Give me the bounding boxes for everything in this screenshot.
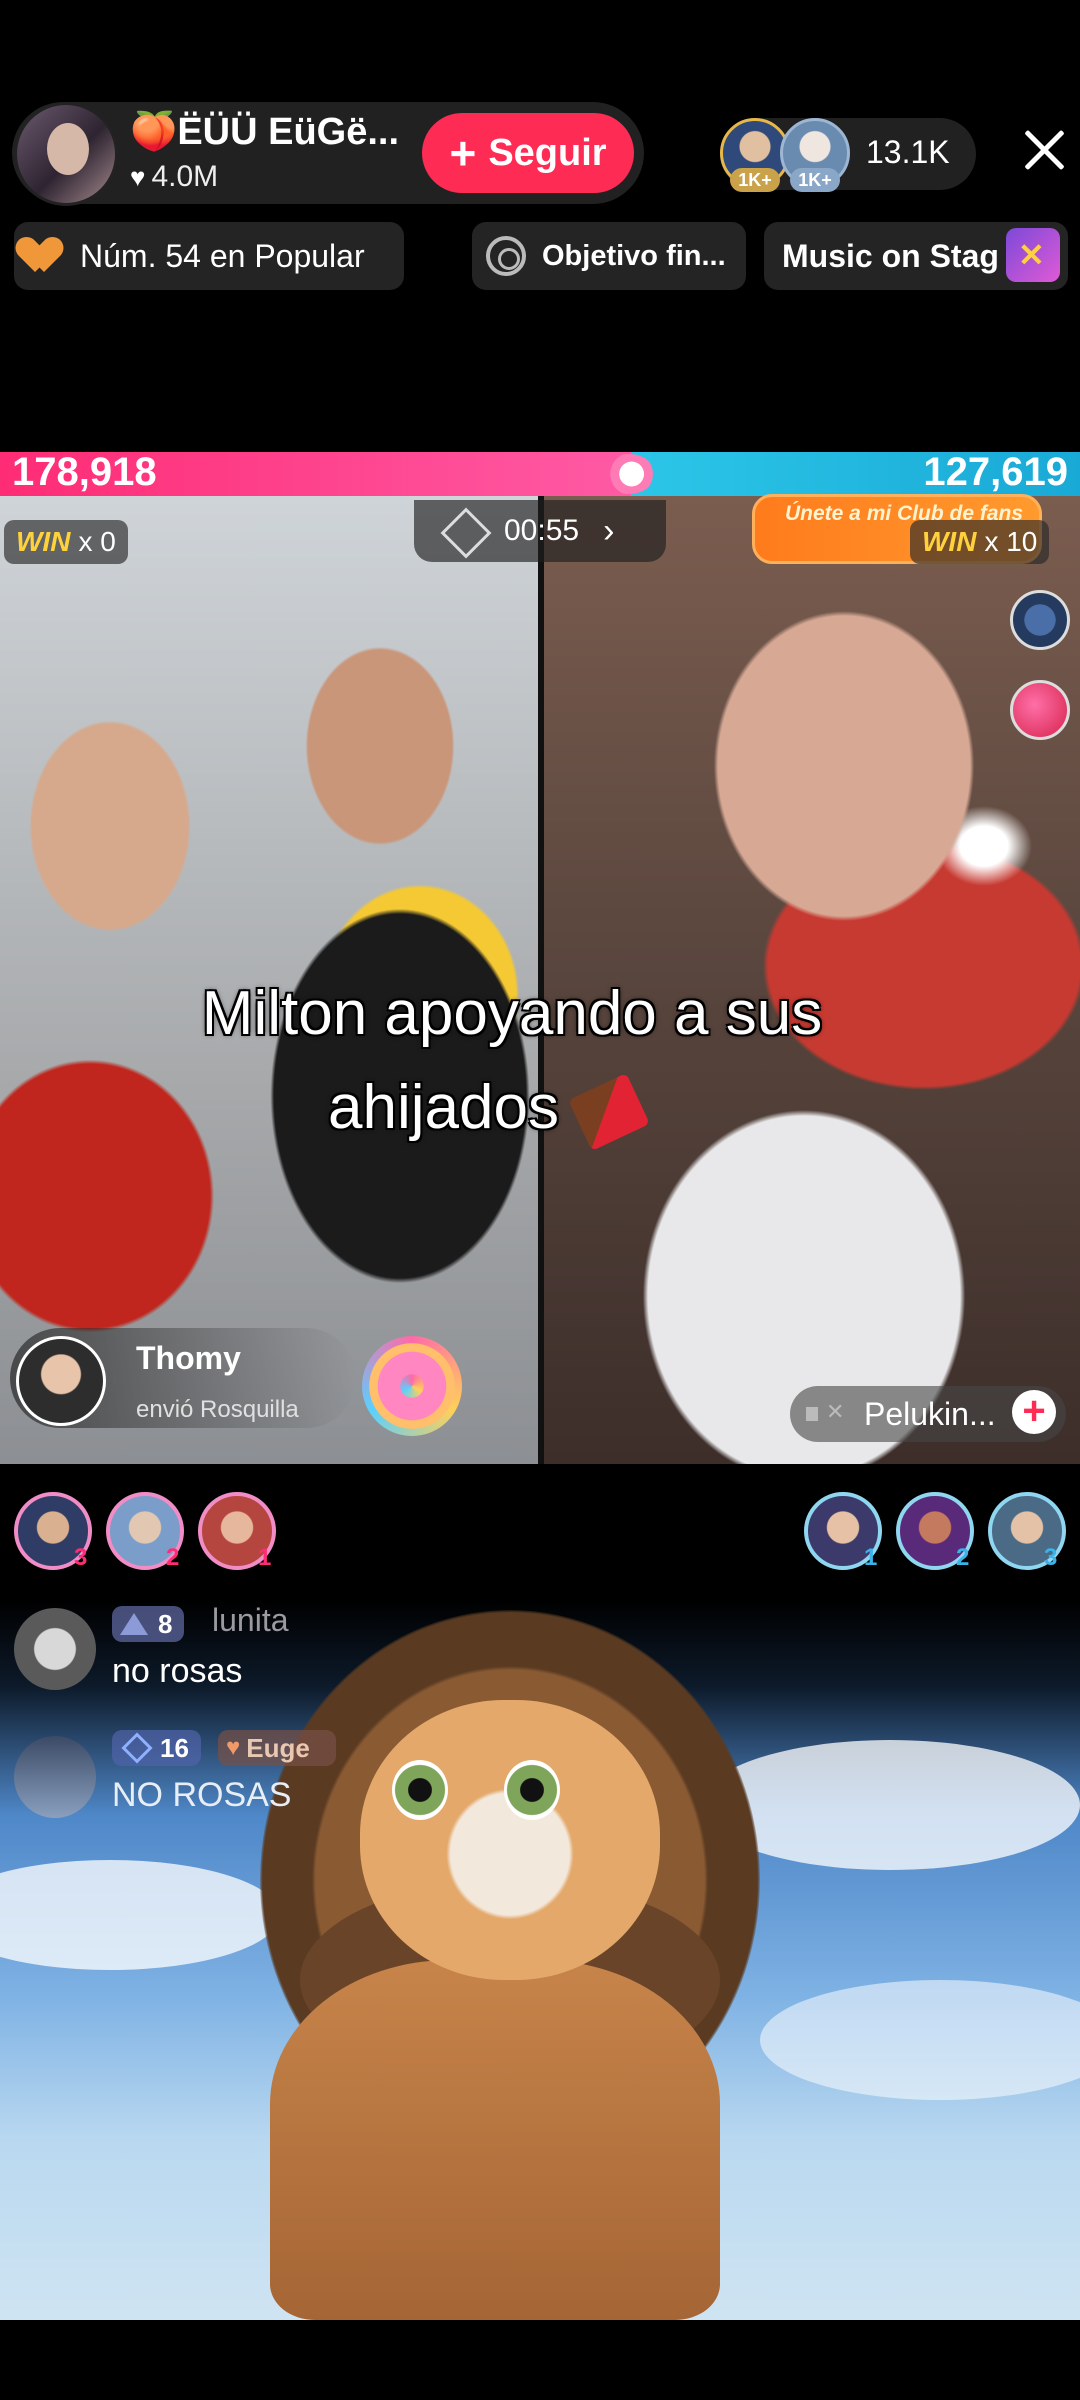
lion-cat-face bbox=[360, 1700, 660, 1980]
cat-eye bbox=[504, 1760, 560, 1820]
viewer-badge: 1K+ bbox=[730, 168, 780, 192]
gifter-avatar[interactable] bbox=[16, 1336, 106, 1426]
rank-number: 3 bbox=[74, 1544, 88, 1571]
follow-label: Seguir bbox=[488, 131, 607, 174]
heart-icon bbox=[26, 238, 66, 274]
score-right: 127,619 bbox=[923, 450, 1068, 494]
rank-number: 1 bbox=[258, 1544, 272, 1571]
rank-label: Núm. 54 en Popular bbox=[80, 237, 365, 274]
level-badge: 8 bbox=[112, 1606, 185, 1642]
music-on-stage-chip[interactable]: Music on Stag bbox=[764, 222, 1068, 290]
battle-timer[interactable]: 00:55 › bbox=[414, 500, 666, 562]
boost-icon[interactable] bbox=[1010, 680, 1070, 740]
goal-label: Objetivo fin... bbox=[542, 239, 726, 272]
chat-avatar[interactable] bbox=[14, 1736, 96, 1818]
plus-icon: + bbox=[449, 127, 477, 179]
rank-number: 2 bbox=[956, 1544, 970, 1571]
close-icon[interactable] bbox=[1016, 122, 1072, 178]
level-badge: 16 bbox=[112, 1730, 201, 1766]
heart-icon: ♥ bbox=[226, 1734, 241, 1761]
target-icon bbox=[486, 236, 526, 276]
battle-score-bar bbox=[0, 452, 1080, 496]
host-likes: ♥ 4.0M bbox=[130, 160, 218, 194]
cloud bbox=[0, 1860, 280, 1970]
muted-speaker-icon[interactable] bbox=[806, 1399, 846, 1429]
caption-line-1: Milton apoyando a sus bbox=[201, 979, 823, 1048]
cloud bbox=[760, 1980, 1080, 2100]
viewer-badge: 1K+ bbox=[790, 168, 840, 192]
gift-box-icon bbox=[1006, 228, 1060, 282]
rank-number: 3 bbox=[1044, 1544, 1058, 1571]
win-count: x 10 bbox=[984, 526, 1038, 557]
donut-icon bbox=[362, 1336, 462, 1436]
level-icon bbox=[121, 1732, 153, 1764]
bottom-bar bbox=[0, 2322, 1080, 2400]
follow-button[interactable]: + Seguir bbox=[422, 113, 634, 193]
win-count: x 0 bbox=[78, 526, 116, 557]
fan-club-badge: ♥ Euge bbox=[218, 1730, 336, 1766]
rank-number: 1 bbox=[864, 1544, 878, 1571]
heart-icon: ♥ bbox=[130, 162, 146, 192]
host-avatar[interactable] bbox=[14, 102, 118, 206]
cat-eye bbox=[392, 1760, 448, 1820]
lion-cat-body bbox=[270, 1960, 720, 2320]
host-name[interactable]: 🍑ËÜÜ EüGë... bbox=[130, 110, 399, 154]
goal-chip[interactable]: Objetivo fin... bbox=[472, 222, 746, 290]
diamond-icon bbox=[440, 513, 486, 549]
magic-wand-icon[interactable] bbox=[1010, 590, 1070, 650]
level-number: 16 bbox=[160, 1732, 189, 1763]
caption-text: ahijados bbox=[328, 1073, 559, 1142]
win-label: WIN bbox=[922, 526, 977, 557]
popular-rank-chip[interactable]: Núm. 54 en Popular bbox=[14, 222, 404, 290]
opponent-name: Pelukin... bbox=[864, 1395, 996, 1432]
rank-number: 2 bbox=[166, 1544, 180, 1571]
gift-action: envió Rosquilla bbox=[136, 1396, 299, 1423]
gifter-name: Thomy bbox=[136, 1340, 241, 1376]
score-left: 178,918 bbox=[12, 450, 157, 494]
fan-badge-label: Euge bbox=[246, 1732, 310, 1763]
chocolate-icon bbox=[568, 1072, 650, 1151]
win-label: WIN bbox=[16, 526, 71, 557]
music-label: Music on Stag bbox=[782, 237, 999, 274]
win-streak-left: WIN x 0 bbox=[4, 520, 128, 564]
caption-line-2: ahijados bbox=[328, 1060, 650, 1156]
timer-value: 00:55 bbox=[504, 514, 580, 547]
chat-avatar[interactable] bbox=[14, 1608, 96, 1690]
chat-message: no rosas bbox=[112, 1652, 243, 1690]
add-icon[interactable]: + bbox=[1012, 1390, 1056, 1434]
win-streak-right: WIN x 10 bbox=[910, 520, 1050, 564]
chat-username[interactable]: lunita bbox=[212, 1602, 289, 1639]
level-number: 8 bbox=[158, 1608, 173, 1639]
viewer-count[interactable]: 13.1K bbox=[866, 134, 950, 171]
meteor-icon bbox=[603, 454, 655, 494]
chevron-right-icon: › bbox=[603, 511, 615, 550]
chat-message: NO ROSAS bbox=[112, 1776, 292, 1814]
level-icon bbox=[120, 1613, 148, 1635]
likes-count: 4.0M bbox=[151, 160, 219, 193]
